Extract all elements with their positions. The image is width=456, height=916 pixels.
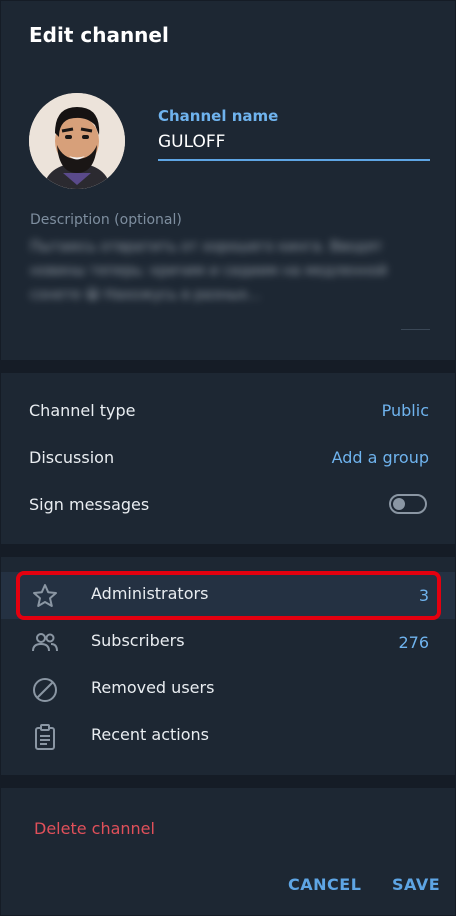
edit-channel-dialog: Edit channel Channel name GULOFF Descrip… bbox=[1, 1, 455, 915]
channel-name-underline bbox=[158, 159, 430, 161]
save-button[interactable]: SAVE bbox=[392, 875, 440, 894]
avatar-image bbox=[29, 93, 125, 189]
description-underline bbox=[401, 329, 430, 330]
section-divider bbox=[1, 360, 455, 373]
sign-messages-label: Sign messages bbox=[29, 495, 150, 514]
channel-name-label: Channel name bbox=[158, 107, 279, 125]
cancel-button[interactable]: CANCEL bbox=[288, 875, 361, 894]
dialog-title: Edit channel bbox=[29, 23, 169, 47]
administrators-highlight-box bbox=[16, 571, 441, 620]
channel-type-link[interactable]: Public bbox=[382, 401, 429, 420]
recent-actions-row[interactable]: Recent actions bbox=[1, 713, 455, 760]
recent-actions-label: Recent actions bbox=[91, 725, 209, 744]
channel-type-label: Channel type bbox=[29, 401, 136, 420]
removed-users-row[interactable]: Removed users bbox=[1, 666, 455, 713]
section-divider bbox=[1, 775, 455, 788]
users-icon bbox=[31, 629, 59, 657]
channel-name-input[interactable]: GULOFF bbox=[158, 132, 225, 152]
delete-channel-button[interactable]: Delete channel bbox=[34, 819, 155, 838]
discussion-link[interactable]: Add a group bbox=[332, 448, 429, 467]
clipboard-icon bbox=[31, 723, 59, 751]
sign-messages-toggle[interactable] bbox=[389, 494, 427, 514]
discussion-label: Discussion bbox=[29, 448, 115, 467]
subscribers-row[interactable]: Subscribers 276 bbox=[1, 619, 455, 666]
description-input[interactable]: Пытаюсь отвратить от хорошего кинга. Вво… bbox=[30, 235, 400, 307]
block-icon bbox=[31, 676, 59, 704]
removed-users-label: Removed users bbox=[91, 678, 215, 697]
section-divider bbox=[1, 544, 455, 557]
description-label: Description (optional) bbox=[30, 212, 182, 228]
toggle-knob bbox=[393, 498, 405, 510]
channel-avatar[interactable] bbox=[29, 93, 125, 189]
subscribers-label: Subscribers bbox=[91, 631, 185, 650]
subscribers-count: 276 bbox=[398, 633, 429, 652]
